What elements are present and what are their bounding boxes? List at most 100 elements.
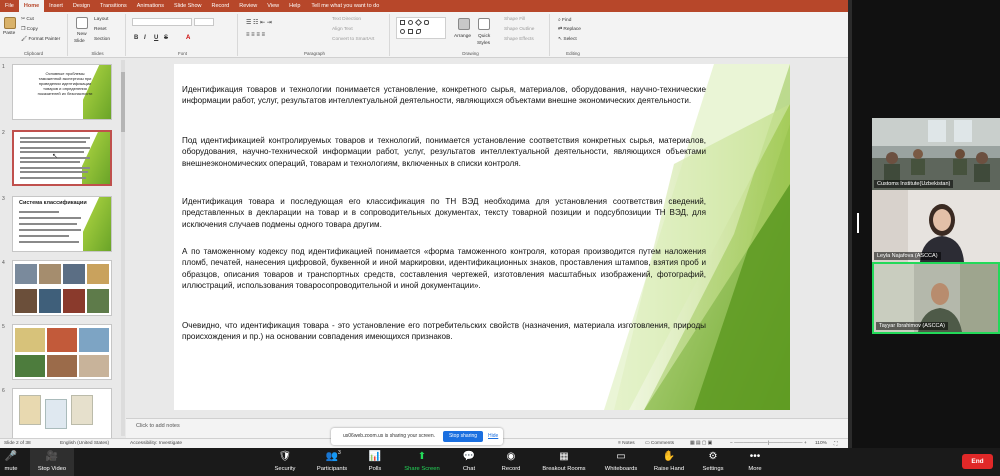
new-slide-label-1[interactable]: New [77,32,87,37]
video-tile-2[interactable]: Leyla Najafova (ASCCA) [872,190,1000,262]
text-direction-button[interactable]: Text Direction [332,17,361,22]
shape-fill-button[interactable]: Shape Fill [504,17,525,22]
shape-effects-button[interactable]: Shape Effects [504,37,534,42]
font-name-box[interactable] [132,18,192,26]
find-button[interactable]: ⌕ Find [558,17,571,23]
tell-me-search[interactable]: Tell me what you want to do [311,3,379,9]
bold-button[interactable]: B [134,35,138,41]
align-text-button[interactable]: Align Text [332,27,353,32]
participants-label: Participants [316,466,348,472]
tab-record[interactable]: Record [207,0,235,12]
strike-button[interactable]: S [164,35,168,41]
accessibility-status[interactable]: Accessibility: Investigate [130,441,182,446]
convert-smartart-button[interactable]: Convert to SmartArt [332,37,374,42]
security-label: Security [274,466,296,472]
more-button[interactable]: ••• More [740,448,770,476]
stop-sharing-button[interactable]: Stop sharing [443,431,483,442]
end-meeting-button[interactable]: End [962,454,993,469]
find-label: Find [562,18,572,23]
slide-canvas[interactable]: Идентификация товаров и технологии поним… [174,64,790,410]
quick-styles-label-1[interactable]: Quick [478,34,490,39]
chat-button[interactable]: 💬 Chat [454,448,484,476]
participants-button[interactable]: 👥 3 Participants [310,448,354,476]
slide-thumbnail-4[interactable] [12,260,112,316]
notes-toggle-label: Notes [622,441,635,446]
scissors-icon: ✂ [21,17,26,22]
thumb-photo [79,355,109,377]
tab-animations[interactable]: Animations [132,0,169,12]
language-indicator[interactable]: English (United States) [60,441,109,446]
thumb-photo [47,355,77,377]
font-size-box[interactable] [194,18,214,26]
notes-toggle[interactable]: ≡ Notes [618,441,635,446]
panel-resize-handle[interactable] [857,213,859,233]
tab-help[interactable]: Help [284,0,305,12]
video-tile-3-active-speaker[interactable]: Tayyar Ibrahimov (ASCCA) [872,262,1000,334]
cut-button[interactable]: ✂ Cut [21,17,34,22]
thumb-photo [79,328,109,352]
font-color-icon[interactable]: A [186,35,190,41]
panel-divider[interactable] [848,0,852,448]
square-shape-icon [408,29,413,34]
fit-slide-icon[interactable]: ⛶ [834,441,837,447]
slide-thumbnail-2[interactable]: ↖ [12,130,112,186]
layout-button[interactable]: Layout [94,17,108,22]
stop-video-button[interactable]: 🎥 Stop Video [30,448,74,476]
tab-view[interactable]: View [262,0,284,12]
share-screen-button[interactable]: ⬆ Share Screen [398,448,446,476]
replace-icon: ⇄ [558,27,563,32]
comments-toggle[interactable]: ▭ Comments [645,441,674,446]
slide-thumbnail-6[interactable] [12,388,112,444]
format-painter-button[interactable]: 🖌 Format Painter [21,37,60,42]
thumb-text-line [20,141,86,143]
slide-thumbnail-3[interactable]: Система классификации [12,196,112,252]
tab-transitions[interactable]: Transitions [95,0,132,12]
italic-button[interactable]: I [144,35,146,41]
shapes-gallery[interactable] [396,17,446,39]
zoom-slider[interactable]: − ———————|——————— + [730,441,807,446]
share-notice: us06web.zoom.us is sharing your screen. [343,433,435,439]
settings-button[interactable]: ⚙ Settings [696,448,730,476]
record-button[interactable]: ◉ Record [496,448,526,476]
video-tile-1[interactable]: Customs Institute(Uzbekistan) [872,118,1000,190]
mute-button[interactable]: 🎤 mute [0,448,22,476]
tab-review[interactable]: Review [234,0,262,12]
thumb-title-1: Основные проблемы таможенной экспертизы … [37,71,93,96]
reset-button[interactable]: Reset [94,27,107,32]
tab-insert[interactable]: Insert [44,0,68,12]
view-icons[interactable]: ▦ ▤ ▢ ▣ [690,441,712,446]
brush-icon: 🖌 [21,37,28,42]
shape-outline-button[interactable]: Shape Outline [504,27,534,32]
tab-slide-show[interactable]: Slide Show [169,0,207,12]
thumb-photo [15,264,37,284]
bullets-icon[interactable]: ☰ ☷ ⇤ ⇥ [246,19,272,26]
zoom-level[interactable]: 110% [815,441,827,446]
chat-bubble-icon: 💬 [462,451,476,462]
breakout-rooms-button[interactable]: ▦ Breakout Rooms [536,448,592,476]
replace-button[interactable]: ⇄ Replace [558,27,581,32]
section-button[interactable]: Section [94,37,110,42]
security-button[interactable]: 🛡 Security [266,448,304,476]
hide-share-bar-link[interactable]: Hide [488,433,498,439]
thumb-text-line [20,161,80,163]
thumbnail-scroll-thumb[interactable] [121,72,125,132]
copy-button[interactable]: ❐ Copy [21,27,38,32]
quick-styles-label-2[interactable]: Styles [477,41,490,46]
align-icons[interactable]: ≡ ≡ ≡ ≡ [246,32,265,38]
underline-button[interactable]: U [154,35,158,41]
whiteboards-button[interactable]: ▭ Whiteboards [598,448,644,476]
slide-thumbnail-5[interactable] [12,324,112,380]
tab-file[interactable]: File [0,0,19,12]
grid-icon: ▦ [559,451,569,462]
raise-hand-button[interactable]: ✋ Raise Hand [648,448,690,476]
polls-button[interactable]: 📊 Polls [360,448,390,476]
thumb-text-line [20,171,88,173]
tab-design[interactable]: Design [68,0,95,12]
slide-thumbnail-1[interactable]: Основные проблемы таможенной экспертизы … [12,64,112,120]
select-button[interactable]: ↖ Select [558,37,577,42]
new-slide-label-2[interactable]: Slide [74,39,85,44]
tab-home[interactable]: Home [18,0,45,12]
thumb-title-3: Система классификации [19,200,87,206]
paste-button[interactable]: Paste [3,31,15,36]
arrange-button[interactable]: Arrange [454,34,471,39]
